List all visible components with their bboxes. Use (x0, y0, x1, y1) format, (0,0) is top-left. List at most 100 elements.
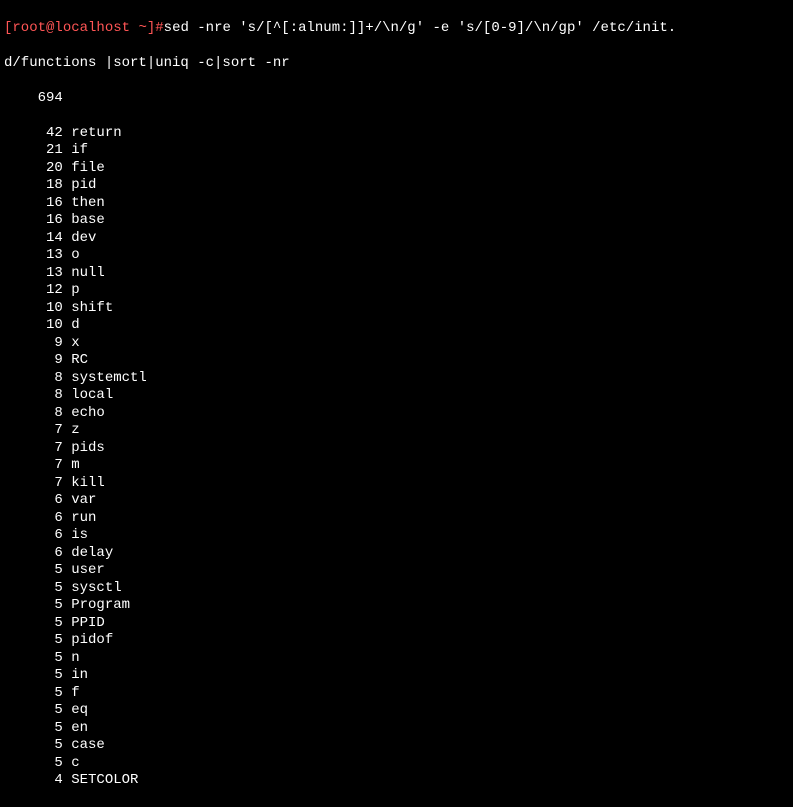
output-row: 21 if (4, 142, 789, 160)
output-row: 9 x (4, 335, 789, 353)
output-row: 5 case (4, 737, 789, 755)
output-word: delay (63, 545, 113, 561)
output-count: 4 (4, 772, 63, 788)
prompt-user: root (12, 20, 46, 36)
output-row: 5 Program (4, 597, 789, 615)
output-word: SETCOLOR (63, 772, 139, 788)
output-row: 8 systemctl (4, 370, 789, 388)
output-word: run (63, 510, 97, 526)
output-word: n (63, 650, 80, 666)
output-word: shift (63, 300, 113, 316)
output-count: 13 (4, 265, 63, 281)
output-rows-container: 42 return 21 if 20 file 18 pid 16 then 1… (4, 125, 789, 790)
output-row: 14 dev (4, 230, 789, 248)
output-word: pid (63, 177, 97, 193)
output-word: eq (63, 702, 88, 718)
output-count: 10 (4, 317, 63, 333)
command-text-1: sed -nre 's/[^[:alnum:]]+/\n/g' -e 's/[0… (164, 20, 676, 36)
output-word: p (63, 282, 80, 298)
output-count: 18 (4, 177, 63, 193)
output-count: 16 (4, 212, 63, 228)
output-count: 5 (4, 667, 63, 683)
output-count: 8 (4, 405, 63, 421)
prompt-line-1[interactable]: [root@localhost ~]#sed -nre 's/[^[:alnum… (4, 20, 789, 38)
command-text-2[interactable]: d/functions |sort|uniq -c|sort -nr (4, 55, 789, 73)
output-count: 5 (4, 685, 63, 701)
output-word: null (63, 265, 105, 281)
output-count: 5 (4, 737, 63, 753)
output-row: 5 in (4, 667, 789, 685)
output-row: 6 var (4, 492, 789, 510)
output-row: 7 pids (4, 440, 789, 458)
output-row: 8 local (4, 387, 789, 405)
output-count: 5 (4, 615, 63, 631)
output-row: 5 eq (4, 702, 789, 720)
output-row: 8 echo (4, 405, 789, 423)
output-count: 10 (4, 300, 63, 316)
output-word: en (63, 720, 88, 736)
output-word: then (63, 195, 105, 211)
output-row: 42 return (4, 125, 789, 143)
output-count: 5 (4, 755, 63, 771)
output-word: pids (63, 440, 105, 456)
output-count: 14 (4, 230, 63, 246)
output-row: 13 null (4, 265, 789, 283)
output-count: 6 (4, 510, 63, 526)
output-row: 10 d (4, 317, 789, 335)
output-word: f (63, 685, 80, 701)
output-row: 5 pidof (4, 632, 789, 650)
output-word: RC (63, 352, 88, 368)
prompt-host: localhost (54, 20, 130, 36)
output-count: 8 (4, 370, 63, 386)
output-count: 42 (4, 125, 63, 141)
output-count: 7 (4, 422, 63, 438)
output-count: 21 (4, 142, 63, 158)
output-first-line: 694 (4, 90, 789, 108)
output-count: 7 (4, 457, 63, 473)
output-word: is (63, 527, 88, 543)
output-word: sysctl (63, 580, 122, 596)
output-word: local (63, 387, 113, 403)
output-row: 13 o (4, 247, 789, 265)
output-word: base (63, 212, 105, 228)
output-count: 12 (4, 282, 63, 298)
output-word: systemctl (63, 370, 147, 386)
output-count: 6 (4, 492, 63, 508)
output-word: o (63, 247, 80, 263)
output-word: d (63, 317, 80, 333)
output-count: 5 (4, 720, 63, 736)
output-row: 5 PPID (4, 615, 789, 633)
output-count: 16 (4, 195, 63, 211)
output-word: in (63, 667, 88, 683)
output-row: 16 base (4, 212, 789, 230)
output-count: 9 (4, 335, 63, 351)
terminal-output: [root@localhost ~]#sed -nre 's/[^[:alnum… (4, 2, 789, 807)
output-word: if (63, 142, 88, 158)
output-count: 13 (4, 247, 63, 263)
prompt-close-bracket: ] (147, 20, 155, 36)
output-count: 5 (4, 632, 63, 648)
output-count: 5 (4, 562, 63, 578)
output-count: 5 (4, 650, 63, 666)
output-count: 5 (4, 580, 63, 596)
output-word: z (63, 422, 80, 438)
output-count: 5 (4, 702, 63, 718)
output-row: 9 RC (4, 352, 789, 370)
output-row: 20 file (4, 160, 789, 178)
output-count: 7 (4, 475, 63, 491)
output-word: var (63, 492, 97, 508)
output-row: 7 z (4, 422, 789, 440)
output-row: 5 user (4, 562, 789, 580)
output-word: return (63, 125, 122, 141)
output-row: 7 kill (4, 475, 789, 493)
output-count: 6 (4, 527, 63, 543)
output-count: 20 (4, 160, 63, 176)
output-row: 6 delay (4, 545, 789, 563)
output-row: 16 then (4, 195, 789, 213)
output-row: 6 is (4, 527, 789, 545)
output-row: 5 f (4, 685, 789, 703)
output-row: 5 c (4, 755, 789, 773)
output-word: Program (63, 597, 130, 613)
output-word: dev (63, 230, 97, 246)
output-count: 8 (4, 387, 63, 403)
